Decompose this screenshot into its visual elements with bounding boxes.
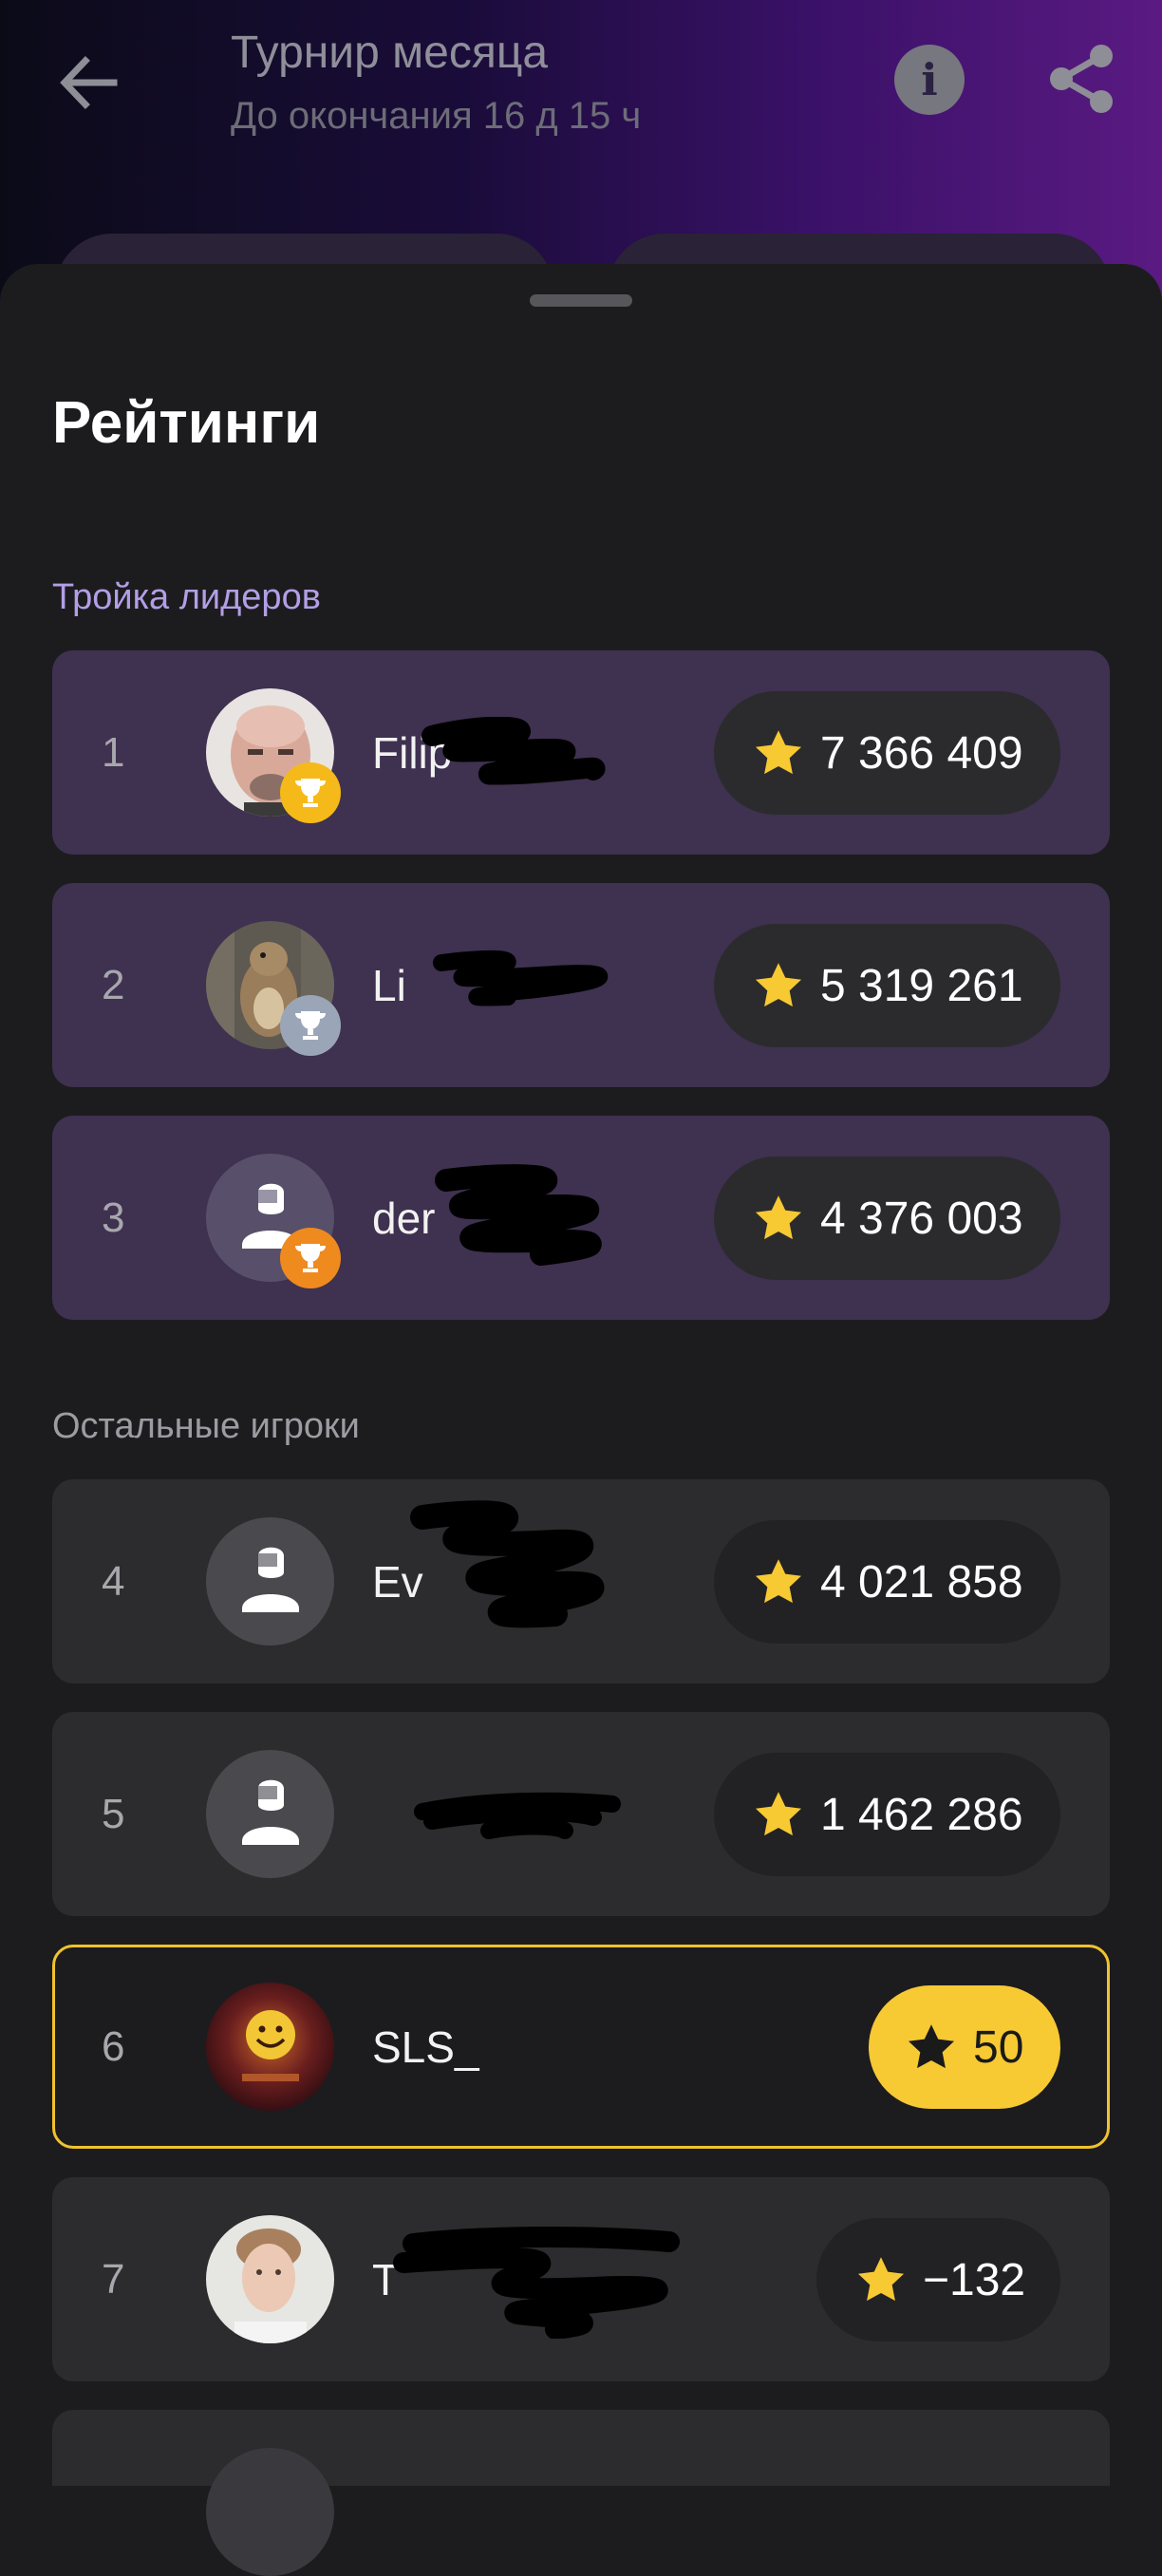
- leader-row[interactable]: 3 der 4 376 003: [52, 1116, 1110, 1320]
- rank: 6: [102, 2022, 125, 2070]
- silver-trophy-icon: [280, 995, 341, 1056]
- score-badge: −132: [816, 2218, 1060, 2341]
- drag-handle[interactable]: [530, 294, 632, 307]
- avatar: [206, 1750, 334, 1878]
- redaction-scribble: [414, 1792, 621, 1839]
- score-value: 1 462 286: [820, 1789, 1023, 1840]
- young-man-photo: [206, 2215, 334, 2343]
- score-badge: 50: [869, 1985, 1060, 2109]
- avatar: [206, 2448, 334, 2576]
- page-title: Турнир месяца: [231, 28, 549, 78]
- avatar: [206, 921, 341, 1056]
- score-value: 7 366 409: [820, 727, 1023, 779]
- score-value: −132: [923, 2254, 1026, 2305]
- score-badge: 4 021 858: [714, 1520, 1060, 1644]
- player-row[interactable]: 5 1 462 286: [52, 1712, 1110, 1916]
- sheet-title: Рейтинги: [52, 390, 321, 456]
- default-user-icon: [242, 1547, 299, 1612]
- leader-row[interactable]: 2 Li 5 319 261: [52, 883, 1110, 1087]
- time-remaining: До окончания 16 д 15 ч: [231, 95, 642, 137]
- info-icon[interactable]: i: [894, 45, 965, 115]
- star-icon: [908, 2024, 955, 2069]
- rank: 5: [102, 1790, 125, 1837]
- bronze-trophy-icon: [280, 1228, 341, 1288]
- star-icon: [755, 1195, 802, 1240]
- section-top-three: Тройка лидеров: [52, 577, 321, 617]
- avatar: [206, 688, 341, 823]
- rank: 7: [102, 2255, 125, 2303]
- rank: 2: [102, 961, 125, 1008]
- score-value: 4 021 858: [820, 1556, 1023, 1608]
- player-row[interactable]: 4 Ev 4 021 858: [52, 1479, 1110, 1683]
- score-value: 50: [973, 2021, 1024, 2073]
- share-icon[interactable]: [1046, 43, 1118, 115]
- rank: 4: [102, 1557, 125, 1605]
- rank: 3: [102, 1194, 125, 1241]
- arrow-left-icon[interactable]: [55, 49, 122, 116]
- score-badge: 4 376 003: [714, 1156, 1060, 1280]
- redaction-scribble: [433, 950, 609, 1006]
- avatar: [206, 2215, 334, 2343]
- smiley-photo: [206, 1983, 334, 2111]
- star-icon: [755, 730, 802, 775]
- score-value: 4 376 003: [820, 1193, 1023, 1244]
- star-icon: [755, 1792, 802, 1836]
- avatar: [206, 1517, 334, 1645]
- score-badge: 1 462 286: [714, 1753, 1060, 1876]
- score-badge: 7 366 409: [714, 691, 1060, 815]
- star-icon: [755, 1559, 802, 1604]
- avatar: [206, 1154, 341, 1288]
- redaction-scribble: [422, 717, 606, 785]
- score-value: 5 319 261: [820, 960, 1023, 1011]
- leader-row[interactable]: 1 Filip 7 366 409: [52, 650, 1110, 855]
- ratings-sheet: Рейтинги Тройка лидеров 1 Filip 7 366 40…: [0, 264, 1162, 2576]
- redaction-scribble: [435, 1164, 602, 1266]
- redaction-scribble: [393, 2227, 680, 2339]
- current-user-row[interactable]: 6 SLS_ 50: [52, 1945, 1110, 2149]
- player-name: SLS_: [372, 2021, 479, 2072]
- player-row[interactable]: [52, 2410, 1110, 2576]
- score-badge: 5 319 261: [714, 924, 1060, 1047]
- rank: 1: [102, 728, 125, 776]
- star-icon: [857, 2257, 905, 2302]
- star-icon: [755, 963, 802, 1007]
- player-row[interactable]: 7 T −132: [52, 2177, 1110, 2381]
- section-other-players: Остальные игроки: [52, 1406, 360, 1446]
- default-user-icon: [242, 1779, 299, 1845]
- avatar: [206, 1983, 334, 2111]
- redaction-scribble: [410, 1500, 605, 1628]
- gold-trophy-icon: [280, 762, 341, 823]
